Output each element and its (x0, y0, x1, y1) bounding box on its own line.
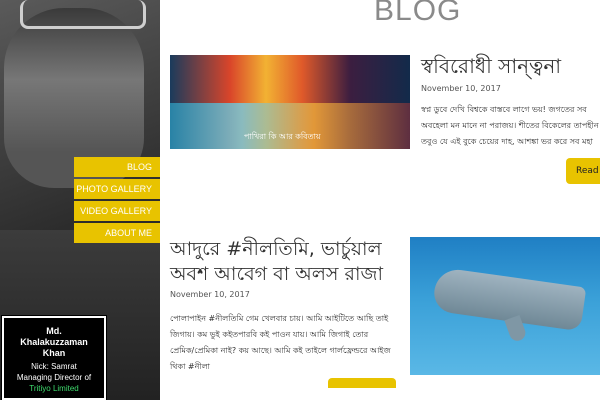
profile-name: Md. Khalakuzzaman Khan (4, 326, 104, 359)
post-1-excerpt-line: স্বপ্ন ডুবে দেখি বিশ্বকে বাস্তবে লাগে ভয… (421, 105, 587, 114)
post-2-title[interactable]: আদুরে #নীলতিমি, ভার্চুয়াল অবশ আবেগ বা অ… (170, 237, 402, 287)
post-2-date: November 10, 2017 (170, 290, 250, 299)
post-1-date: November 10, 2017 (421, 84, 501, 93)
profile-nick: Nick: Samrat (31, 362, 77, 371)
profile-name-line2: Khalakuzzaman (20, 337, 88, 347)
profile-company-link[interactable]: Tritiyo Limited (4, 383, 104, 394)
profile-name-line1: Md. (46, 326, 62, 336)
profile-role: Managing Director of (16, 373, 92, 382)
post-1-excerpt: স্বপ্ন ডুবে দেখি বিশ্বকে বাস্তবে লাগে ভয… (421, 102, 600, 150)
post-2-excerpt-line: পোলাপাইন #নীলতিমি গেম খেলবার চায়। আমি আ… (170, 314, 389, 323)
post-2-read-more-button[interactable] (328, 378, 396, 388)
main-nav: BLOG PHOTO GALLERY VIDEO GALLERY ABOUT M… (74, 157, 160, 245)
nav-item-photo-gallery[interactable]: PHOTO GALLERY (74, 179, 160, 199)
post-1-excerpt-line: তবুও যে এই বুকে চেয়ের দাহ, আশঙ্কা ভর কর… (421, 137, 593, 146)
post-2-thumbnail[interactable] (410, 237, 600, 375)
post-1-read-more-button[interactable]: Read (566, 158, 600, 184)
post-1-thumbnail[interactable]: পাখিরা কি আর কবিতায় (170, 55, 410, 149)
sidebar: BLOG PHOTO GALLERY VIDEO GALLERY ABOUT M… (0, 0, 160, 400)
nav-item-about-me[interactable]: ABOUT ME (74, 223, 160, 243)
post-1-excerpt-line: অবহেলা মন মানে না পরাজয়। শীতের বিকেলের … (421, 121, 599, 130)
post-1-title[interactable]: স্ববিরোধী সান্ত্বনা (421, 52, 561, 85)
post-2-excerpt-line: থিকা #নীলা (170, 362, 210, 371)
nav-item-video-gallery[interactable]: VIDEO GALLERY (74, 201, 160, 221)
post-1-image-caption: পাখিরা কি আর কবিতায় (244, 132, 321, 141)
sunglasses-graphic (20, 0, 146, 29)
nav-item-blog[interactable]: BLOG (74, 157, 160, 177)
post-2-excerpt: পোলাপাইন #নীলতিমি গেম খেলবার চায়। আমি আ… (170, 311, 400, 375)
profile-name-line3: Khan (42, 348, 66, 358)
post-2-excerpt-line: প্রেমিক/প্রেমিকা নাই? কয় আছে। আমি কই তা… (170, 346, 391, 355)
post-2-excerpt-line: জিগায়। কম ভুই কইতপারবি কই পাওন যায়। আম… (170, 330, 369, 339)
profile-card: Md. Khalakuzzaman Khan Nick: Samrat Mana… (1, 315, 107, 400)
page-title: BLOG (374, 0, 462, 27)
